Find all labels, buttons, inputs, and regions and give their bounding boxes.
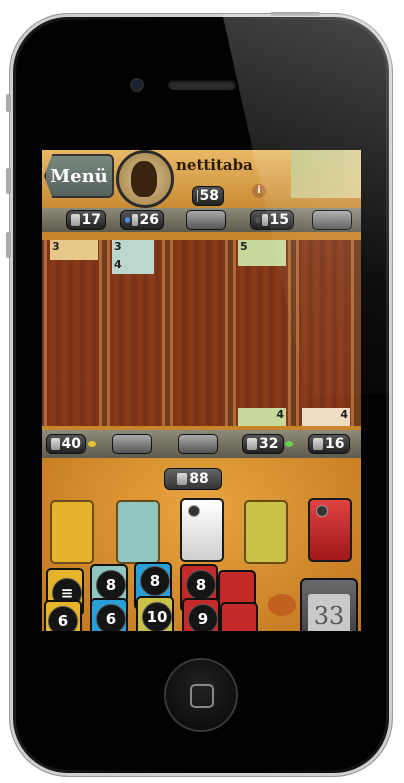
board-tile[interactable]: 3 xyxy=(112,240,154,258)
opponent-lane-score: 17 xyxy=(66,210,106,230)
opponent-avatar[interactable] xyxy=(116,150,174,208)
discard-slot-olive[interactable] xyxy=(244,500,288,564)
front-camera xyxy=(132,80,142,90)
coin-icon xyxy=(316,505,328,517)
hand-card[interactable]: 10 xyxy=(136,596,174,631)
hand-card-value: 8 xyxy=(96,570,126,600)
opponent-lane-score: 26 xyxy=(120,210,164,230)
score-icon xyxy=(197,190,198,202)
map-preview xyxy=(291,150,361,198)
score-icon xyxy=(71,214,80,226)
board-lane-4[interactable] xyxy=(233,240,291,426)
opponent-lane-score: 15 xyxy=(250,210,294,230)
lane-marker xyxy=(125,217,130,223)
hand-card-value: 8 xyxy=(140,566,170,596)
hand-card-value: 6 xyxy=(96,604,126,631)
opponent-name: nettitaba xyxy=(176,156,253,174)
discard-slot-yellow[interactable] xyxy=(50,500,94,564)
coin-icon xyxy=(188,505,200,517)
hand-card[interactable] xyxy=(220,602,258,631)
opponent-score: 58 xyxy=(192,186,224,206)
score-icon xyxy=(313,438,323,450)
player-lane-score: 16 xyxy=(308,434,350,454)
score-icon xyxy=(261,214,268,226)
hand-card-value: 8 xyxy=(186,570,216,600)
volume-down-button xyxy=(6,232,11,258)
game-screen: Menü nettitaba i 58 17 26 15 3 3 4 5 4 4 xyxy=(42,150,361,631)
player-lane-1-value: 40 xyxy=(61,436,81,452)
pool-score: 88 xyxy=(164,468,222,490)
earpiece-speaker xyxy=(168,80,236,90)
player-lane-empty xyxy=(112,434,152,454)
score-icon xyxy=(177,473,188,485)
menu-button[interactable]: Menü xyxy=(44,154,114,198)
player-lane-5-value: 16 xyxy=(325,436,345,452)
discard-slot-red[interactable] xyxy=(308,498,352,562)
opponent-lane-1-value: 17 xyxy=(81,212,101,228)
board-tile[interactable]: 5 xyxy=(238,240,286,266)
chat-icon[interactable] xyxy=(268,594,296,616)
board-tile[interactable]: 4 xyxy=(238,408,286,426)
opponent-lane-4-value: 15 xyxy=(269,212,289,228)
board-tile[interactable]: 4 xyxy=(302,408,350,426)
discard-slot-teal[interactable] xyxy=(116,500,160,564)
hand-card[interactable]: 6 xyxy=(90,598,128,631)
pool-score-value: 88 xyxy=(189,471,209,487)
opponent-lane-2-value: 26 xyxy=(139,212,159,228)
deck-count: 33 xyxy=(308,594,350,631)
hand-card-value: 10 xyxy=(142,602,172,631)
home-button[interactable] xyxy=(166,660,236,730)
score-icon xyxy=(51,438,60,450)
lane-marker xyxy=(88,441,96,447)
draw-deck[interactable]: 33 xyxy=(300,578,358,631)
lane-marker xyxy=(285,441,293,447)
hand-card-value: 9 xyxy=(188,604,218,631)
board-lane-3[interactable] xyxy=(170,240,228,426)
opponent-lane-empty xyxy=(186,210,226,230)
board-lane-5[interactable] xyxy=(296,240,354,426)
hand-card[interactable]: 9 xyxy=(182,598,220,631)
player-lane-4-value: 32 xyxy=(259,436,279,452)
score-icon xyxy=(247,438,257,450)
game-board: 3 3 4 5 4 4 xyxy=(42,240,361,426)
lane-marker xyxy=(255,217,260,223)
opponent-score-value: 58 xyxy=(199,188,219,204)
volume-up-button xyxy=(6,168,11,194)
hand-card[interactable]: 6 xyxy=(44,600,82,631)
player-lane-score: 40 xyxy=(46,434,86,454)
mute-switch xyxy=(6,94,11,112)
info-icon[interactable]: i xyxy=(252,184,266,198)
board-tile[interactable]: 4 xyxy=(112,258,154,274)
power-button xyxy=(270,12,320,16)
hand-card-value: 6 xyxy=(48,606,78,631)
score-icon xyxy=(131,214,138,226)
player-lane-score: 32 xyxy=(242,434,284,454)
player-lane-empty xyxy=(178,434,218,454)
opponent-lane-empty xyxy=(312,210,352,230)
board-lane-1[interactable] xyxy=(44,240,102,426)
discard-slot-white[interactable] xyxy=(180,498,224,562)
board-tile[interactable]: 3 xyxy=(50,240,98,260)
